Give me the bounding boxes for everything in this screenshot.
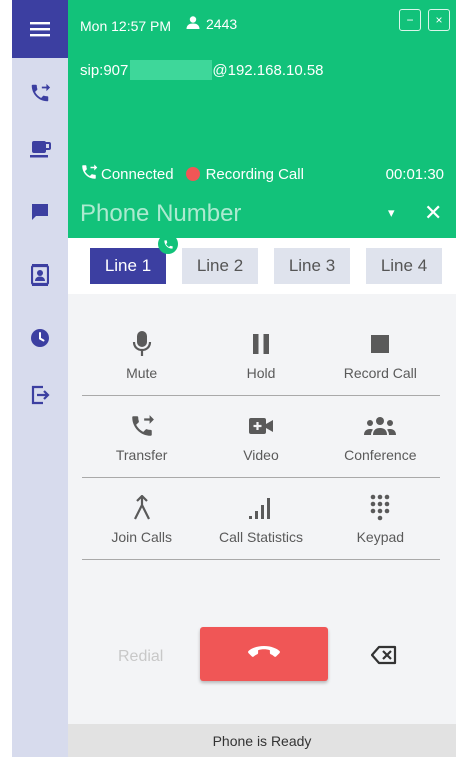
- mute-label: Mute: [126, 364, 158, 381]
- backspace-icon: [370, 645, 397, 669]
- window-close-button[interactable]: ×: [428, 9, 450, 31]
- call-statistics-label: Call Statistics: [218, 528, 303, 545]
- tab-line-1[interactable]: Line 1: [90, 248, 166, 284]
- call-status-row: Connected Recording Call 00:01:30: [80, 163, 444, 185]
- pause-icon: [252, 329, 270, 359]
- backspace-button[interactable]: [370, 645, 397, 670]
- recording-dot-icon: [185, 167, 200, 181]
- call-transfer-icon: [129, 411, 155, 441]
- controls-row: Join Calls Call Statistics Keypad: [82, 478, 440, 560]
- record-call-label: Record Call: [343, 364, 417, 381]
- mute-button[interactable]: Mute: [82, 314, 201, 395]
- call-controls-grid: Mute Hold Record Call Transfer Video Con…: [82, 314, 440, 560]
- hang-up-button[interactable]: [200, 627, 328, 681]
- sidebar-item-history[interactable]: [12, 313, 68, 363]
- extension-indicator: 2443: [186, 16, 237, 32]
- call-transfer-icon: [29, 82, 51, 104]
- sip-prefix: sip:907: [80, 61, 129, 79]
- join-calls-button[interactable]: Join Calls: [82, 478, 201, 559]
- sidebar-item-voicemail[interactable]: [12, 124, 68, 174]
- controls-row: Transfer Video Conference: [82, 396, 440, 478]
- sip-suffix: @192.168.10.58: [212, 61, 324, 79]
- status-bar-text: Phone is Ready: [212, 732, 312, 749]
- contacts-icon: [31, 264, 49, 286]
- chevron-down-icon[interactable]: ▾: [388, 205, 395, 221]
- minimize-button[interactable]: −: [399, 9, 421, 31]
- phone-number-input[interactable]: Phone Number: [80, 200, 241, 228]
- recording-status: Recording Call: [205, 165, 304, 183]
- status-bar: Phone is Ready: [68, 724, 456, 757]
- call-timer: 00:01:30: [385, 165, 444, 183]
- active-call-badge-icon: [158, 234, 178, 254]
- chat-icon: [30, 202, 50, 222]
- join-calls-label: Join Calls: [111, 528, 173, 545]
- conference-button[interactable]: Conference: [321, 396, 440, 477]
- redaction-mask: [130, 60, 213, 80]
- line-tabs: Line 1 Line 2 Line 3 Line 4: [68, 234, 456, 294]
- tab-line-3[interactable]: Line 3: [274, 248, 350, 284]
- conference-label: Conference: [344, 446, 417, 463]
- video-label: Video: [243, 446, 279, 463]
- signal-bars-icon: [248, 493, 274, 523]
- sidebar: [12, 0, 68, 757]
- group-icon: [364, 411, 397, 441]
- keypad-button[interactable]: Keypad: [321, 478, 440, 559]
- controls-row: Mute Hold Record Call: [82, 314, 440, 396]
- stop-icon: [370, 329, 390, 359]
- hold-label: Hold: [246, 364, 276, 381]
- datetime-label: Mon 12:57 PM: [80, 18, 172, 34]
- call-header: Mon 12:57 PM 2443 − × sip:907 @192.168.1…: [68, 0, 456, 238]
- sidebar-item-contacts[interactable]: [12, 250, 68, 300]
- merge-icon: [132, 493, 152, 523]
- transfer-label: Transfer: [115, 446, 168, 463]
- sidebar-item-logout[interactable]: [12, 370, 68, 420]
- connection-status: Connected: [101, 165, 174, 183]
- tab-line-4[interactable]: Line 4: [366, 248, 442, 284]
- close-icon: ×: [435, 13, 443, 27]
- sidebar-item-calls[interactable]: [12, 68, 68, 118]
- transfer-button[interactable]: Transfer: [82, 396, 201, 477]
- clear-input-button[interactable]: ✕: [424, 200, 442, 226]
- hold-button[interactable]: Hold: [201, 314, 320, 395]
- menu-icon: [30, 21, 50, 37]
- extension-number: 2443: [206, 16, 238, 32]
- video-camera-icon: [248, 411, 274, 441]
- hang-up-icon: [247, 644, 281, 665]
- menu-button[interactable]: [12, 0, 68, 58]
- record-call-button[interactable]: Record Call: [321, 314, 440, 395]
- connected-call-icon: [80, 163, 98, 185]
- redial-button[interactable]: Redial: [118, 648, 163, 666]
- keypad-label: Keypad: [356, 528, 405, 545]
- microphone-icon: [132, 329, 152, 359]
- call-controls-panel: Mute Hold Record Call Transfer Video Con…: [68, 294, 456, 724]
- user-icon: [186, 16, 200, 32]
- minimize-icon: −: [406, 13, 414, 27]
- call-statistics-button[interactable]: Call Statistics: [201, 478, 320, 559]
- dialpad-icon: [370, 493, 390, 523]
- tab-line-2[interactable]: Line 2: [182, 248, 258, 284]
- voicemail-icon: [29, 139, 51, 159]
- logout-icon: [30, 385, 50, 405]
- sip-address: sip:907 @192.168.10.58: [80, 60, 324, 80]
- history-icon: [30, 328, 50, 348]
- video-button[interactable]: Video: [201, 396, 320, 477]
- sidebar-item-chat[interactable]: [12, 187, 68, 237]
